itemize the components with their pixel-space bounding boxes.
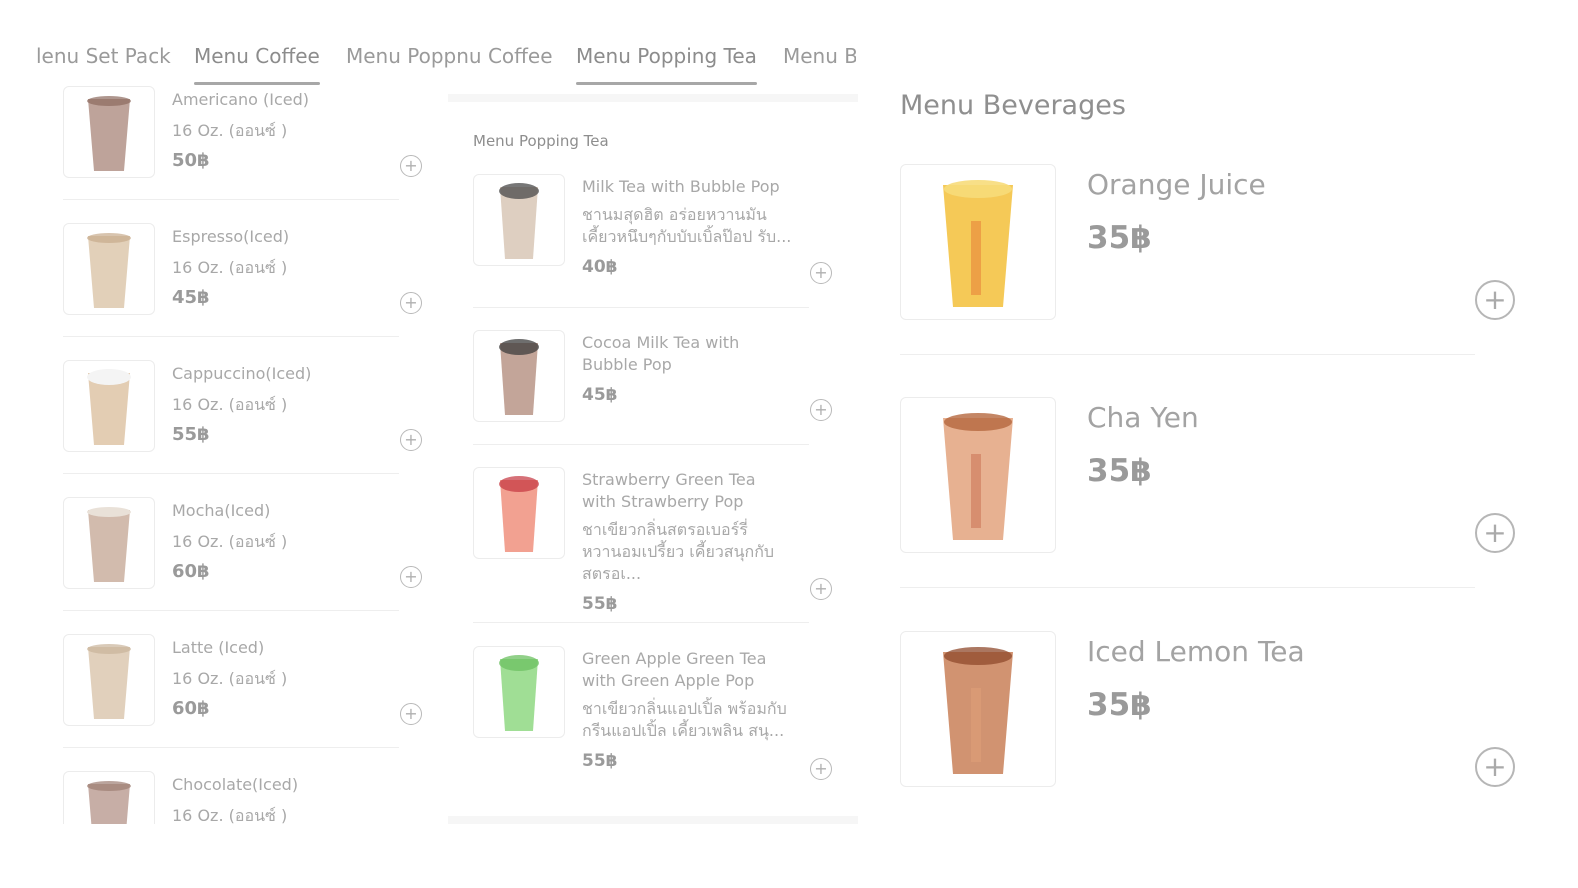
item-price: 60฿ xyxy=(172,561,210,582)
milk-tea-bubble-cup-icon xyxy=(473,174,565,266)
item-name: Iced Lemon Tea xyxy=(1087,635,1305,668)
item-name: Chocolate(Iced) xyxy=(172,775,299,794)
menu-item-cha-yen[interactable]: Cha Yen 35฿ + xyxy=(900,397,1540,631)
tab-menu-popping-tea[interactable]: Menu Popping Tea xyxy=(576,44,757,85)
add-to-cart-icon[interactable]: + xyxy=(400,429,422,451)
item-name: Cocoa Milk Tea with Bubble Pop xyxy=(582,333,740,374)
menu-item-mocha[interactable]: Mocha(Iced) 16 Oz. (ออนซ์ ) 60฿ + xyxy=(36,497,448,634)
add-to-cart-icon[interactable]: + xyxy=(1475,280,1515,320)
menu-item-latte[interactable]: Latte (Iced) 16 Oz. (ออนซ์ ) 60฿ + xyxy=(36,634,448,771)
add-to-cart-icon[interactable]: + xyxy=(810,262,832,284)
item-name: Cha Yen xyxy=(1087,401,1199,434)
row-divider xyxy=(63,473,399,474)
iced-americano-cup-icon xyxy=(63,86,155,178)
add-to-cart-icon[interactable]: + xyxy=(400,703,422,725)
tab-menu-coffee[interactable]: Menu Coffee xyxy=(194,44,320,85)
cha-yen-cup-icon xyxy=(900,397,1056,553)
row-divider xyxy=(63,199,399,200)
iced-latte-cup-icon xyxy=(63,634,155,726)
row-divider xyxy=(900,354,1475,355)
add-to-cart-icon[interactable]: + xyxy=(810,758,832,780)
menu-item-orange-juice[interactable]: Orange Juice 35฿ + xyxy=(900,164,1540,398)
cocoa-milk-tea-cup-icon xyxy=(473,330,565,422)
item-price: 40฿ xyxy=(582,257,618,277)
menu-item-cocoa-milk-tea[interactable]: Cocoa Milk Tea with Bubble Pop 45฿ + xyxy=(448,330,858,460)
add-to-cart-icon[interactable]: + xyxy=(400,155,422,177)
add-to-cart-icon[interactable]: + xyxy=(400,566,422,588)
row-divider xyxy=(473,307,809,308)
item-name: Espresso(Iced) xyxy=(172,227,290,246)
tab-menu-beverages[interactable]: Menu B xyxy=(783,44,856,68)
tab-popping-coffee[interactable]: Menu Poppnu Coffee xyxy=(346,44,553,68)
item-size: 16 Oz. (ออนซ์ ) xyxy=(172,669,288,688)
item-price: 35฿ xyxy=(1087,453,1152,489)
menu-item-iced-lemon-tea[interactable]: Iced Lemon Tea 35฿ + xyxy=(900,631,1540,865)
item-size: 16 Oz. (ออนซ์ ) xyxy=(172,532,288,551)
green-apple-tea-cup-icon xyxy=(473,646,565,738)
item-price: 50฿ xyxy=(172,150,210,171)
row-divider xyxy=(900,587,1475,588)
item-description: ชาเขียวกลิ่นแอปเปิ้ล พร้อมกับกรีนแอปเปิ้… xyxy=(582,699,787,740)
item-name: Mocha(Iced) xyxy=(172,501,271,520)
row-divider xyxy=(63,610,399,611)
menu-item-americano[interactable]: Americano (Iced) 16 Oz. (ออนซ์ ) 50฿ + xyxy=(36,86,448,223)
item-price: 55฿ xyxy=(172,424,210,445)
item-description: ชาเขียวกลิ่นสตรอเบอร์รี่ หวานอมเปรี้ยว เ… xyxy=(582,520,775,583)
item-price: 60฿ xyxy=(172,698,210,719)
add-to-cart-icon[interactable]: + xyxy=(400,292,422,314)
item-size: 16 Oz. (ออนซ์ ) xyxy=(172,806,288,824)
section-title: Menu Popping Tea xyxy=(473,132,609,150)
strawberry-tea-cup-icon xyxy=(473,467,565,559)
menu-item-cappuccino[interactable]: Cappuccino(Iced) 16 Oz. (ออนซ์ ) 55฿ + xyxy=(36,360,448,497)
item-price: 55฿ xyxy=(582,594,618,614)
item-name: Milk Tea with Bubble Pop xyxy=(582,177,780,196)
menu-item-milk-tea-bubble[interactable]: Milk Tea with Bubble Pop ชานมสุดฮิต อร่อ… xyxy=(448,174,858,314)
orange-juice-cup-icon xyxy=(900,164,1056,320)
add-to-cart-icon[interactable]: + xyxy=(810,578,832,600)
iced-mocha-cup-icon xyxy=(63,497,155,589)
popping-tea-list: Menu Popping Tea Milk Tea with Bubble Po… xyxy=(448,102,858,816)
add-to-cart-icon[interactable]: + xyxy=(810,399,832,421)
item-name: Orange Juice xyxy=(1087,168,1266,201)
menu-item-strawberry-green-tea[interactable]: Strawberry Green Tea with Strawberry Pop… xyxy=(448,467,858,637)
tab-set-pack[interactable]: lenu Set Pack xyxy=(36,44,171,68)
row-divider xyxy=(473,444,809,445)
menu-item-green-apple-green-tea[interactable]: Green Apple Green Tea with Green Apple P… xyxy=(448,646,858,796)
coffee-menu-list: Americano (Iced) 16 Oz. (ออนซ์ ) 50฿ + E… xyxy=(36,86,448,824)
menu-item-chocolate[interactable]: Chocolate(Iced) 16 Oz. (ออนซ์ ) xyxy=(36,771,448,824)
item-price: 35฿ xyxy=(1087,687,1152,723)
item-size: 16 Oz. (ออนซ์ ) xyxy=(172,258,288,277)
item-name: Green Apple Green Tea with Green Apple P… xyxy=(582,649,767,690)
row-divider xyxy=(63,336,399,337)
item-price: 35฿ xyxy=(1087,220,1152,256)
item-size: 16 Oz. (ออนซ์ ) xyxy=(172,395,288,414)
item-price: 55฿ xyxy=(582,751,618,771)
item-name: Strawberry Green Tea with Strawberry Pop xyxy=(582,470,756,511)
iced-lemon-tea-cup-icon xyxy=(900,631,1056,787)
add-to-cart-icon[interactable]: + xyxy=(1475,513,1515,553)
section-title: Menu Beverages xyxy=(900,90,1126,121)
category-tab-bar: lenu Set Pack Menu Coffee Menu Poppnu Co… xyxy=(36,40,856,88)
active-tab-underline xyxy=(194,82,320,85)
tab-menu-coffee-label: Menu Coffee xyxy=(194,44,320,68)
item-price: 45฿ xyxy=(582,385,618,405)
item-name: Latte (Iced) xyxy=(172,638,265,657)
tab-menu-popping-tea-label: Menu Popping Tea xyxy=(576,44,757,68)
item-description: ชานมสุดฮิต อร่อยหวานมัน เคี้ยวหนึบๆกับบั… xyxy=(582,205,792,246)
row-divider xyxy=(473,622,809,623)
item-size: 16 Oz. (ออนซ์ ) xyxy=(172,121,288,140)
item-name: Americano (Iced) xyxy=(172,90,310,109)
iced-espresso-cup-icon xyxy=(63,223,155,315)
add-to-cart-icon[interactable]: + xyxy=(1475,747,1515,787)
active-tab-underline xyxy=(576,82,757,85)
item-price: 45฿ xyxy=(172,287,210,308)
popping-tea-panel: Menu Popping Tea Milk Tea with Bubble Po… xyxy=(448,94,858,824)
iced-chocolate-cup-icon xyxy=(63,771,155,824)
row-divider xyxy=(63,747,399,748)
item-name: Cappuccino(Iced) xyxy=(172,364,312,383)
menu-item-espresso[interactable]: Espresso(Iced) 16 Oz. (ออนซ์ ) 45฿ + xyxy=(36,223,448,360)
iced-cappuccino-cup-icon xyxy=(63,360,155,452)
